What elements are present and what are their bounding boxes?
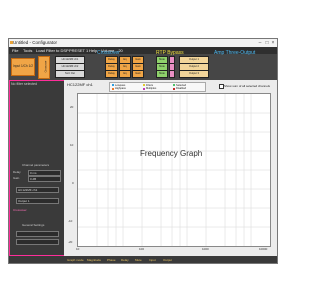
frequency-plot[interactable]: Frequency Graph xyxy=(77,93,271,247)
menu-help[interactable]: Help xyxy=(89,48,97,53)
x-tick: 1000 xyxy=(202,247,209,251)
menu-tools[interactable]: Tools xyxy=(23,48,32,53)
status-item[interactable]: Mute xyxy=(135,258,142,262)
status-item[interactable]: Output xyxy=(163,258,172,262)
menu-preset[interactable]: PRESET 1 xyxy=(69,48,88,53)
general-settings-label: General Settings xyxy=(22,223,45,227)
status-bar: Graph mode Magnitude Phase Delay Mute In… xyxy=(9,256,277,263)
legend-swatch xyxy=(143,87,145,90)
show-sum-label: Show sum of all selected channels xyxy=(224,84,271,88)
legend-swatch xyxy=(112,84,114,86)
legend-swatch xyxy=(143,84,145,86)
close-icon[interactable]: × xyxy=(270,40,276,46)
status-item[interactable]: Phase xyxy=(107,258,116,262)
graph-title: HC122MF ch1 xyxy=(67,82,93,87)
menu-load-filter[interactable]: Load Filter to DSP xyxy=(36,48,69,53)
legend-item: Highpass xyxy=(115,87,126,90)
routing-panel: Input 1/Ch 1/2 Crossover Crossover RTP B… xyxy=(9,50,277,80)
title-bar: Untitled - Configurator – □ × xyxy=(9,39,277,47)
mute-block[interactable]: Mute xyxy=(156,70,168,78)
legend-swatch xyxy=(112,87,114,90)
y-tick: 10 xyxy=(70,143,74,147)
minimize-icon[interactable]: – xyxy=(257,40,263,46)
gain-field[interactable]: 0 dB xyxy=(28,176,61,182)
x-tick: 10 xyxy=(76,247,80,251)
general-field[interactable] xyxy=(16,231,59,237)
y-tick: -20 xyxy=(68,240,73,244)
amp-annotation: Amp Three-Output xyxy=(214,50,256,56)
delay-block[interactable]: Delay xyxy=(105,70,118,78)
legend-swatch xyxy=(173,87,175,90)
crossover-label: Crossover xyxy=(44,60,48,73)
legend-item: Disabled xyxy=(176,87,187,90)
channel-name-field[interactable]: HC122MF ch1 xyxy=(16,187,59,193)
y-tick: 20 xyxy=(70,105,74,109)
graph-area: HC122MF ch1 Lowpass Highpass Filters Mul… xyxy=(64,80,277,256)
input-label: Input 1/Ch 1/2 xyxy=(12,64,34,68)
general-field[interactable] xyxy=(16,239,59,245)
window-title: Untitled - Configurator xyxy=(13,40,58,45)
frequency-graph-label: Frequency Graph xyxy=(140,149,203,158)
sidebar-heading: No filter selected xyxy=(11,82,38,86)
bypass-toggle[interactable] xyxy=(169,70,175,78)
x-tick: 100 xyxy=(139,247,145,251)
filter-sidebar: No filter selected Channel parameters De… xyxy=(9,80,65,256)
graph-legend: Lowpass Highpass Filters Multiples Selec… xyxy=(109,82,206,92)
channel-name[interactable]: SLC Out xyxy=(55,70,85,78)
eq-block[interactable]: Eq xyxy=(119,70,131,78)
output-block[interactable]: Output 3 xyxy=(179,70,209,78)
crossover-block[interactable]: Crossover xyxy=(38,56,50,79)
x-tick: 10000 xyxy=(259,247,268,251)
menu-file[interactable]: File xyxy=(12,48,18,53)
output-select[interactable]: Output 1 xyxy=(16,198,59,204)
gain-block[interactable]: Gain xyxy=(132,70,144,78)
delay-label: Delay xyxy=(13,170,21,174)
channel-params-title: Channel parameters xyxy=(22,163,50,167)
app-window: Untitled - Configurator – □ × File Tools… xyxy=(8,38,278,264)
gain-label: Gain xyxy=(13,176,20,180)
input-block[interactable]: Input 1/Ch 1/2 xyxy=(11,58,35,76)
status-item[interactable]: Input xyxy=(149,258,156,262)
status-item[interactable]: Graph mode xyxy=(67,258,84,262)
status-item[interactable]: Magnitude xyxy=(87,258,101,262)
crossover-label: Crossover xyxy=(13,208,27,212)
legend-item: Multiples xyxy=(146,87,157,90)
y-tick: 0 xyxy=(72,181,74,185)
status-item[interactable]: Delay xyxy=(121,258,129,262)
y-tick: -10 xyxy=(68,219,73,223)
plot-grid xyxy=(78,94,270,246)
legend-swatch xyxy=(173,84,175,86)
